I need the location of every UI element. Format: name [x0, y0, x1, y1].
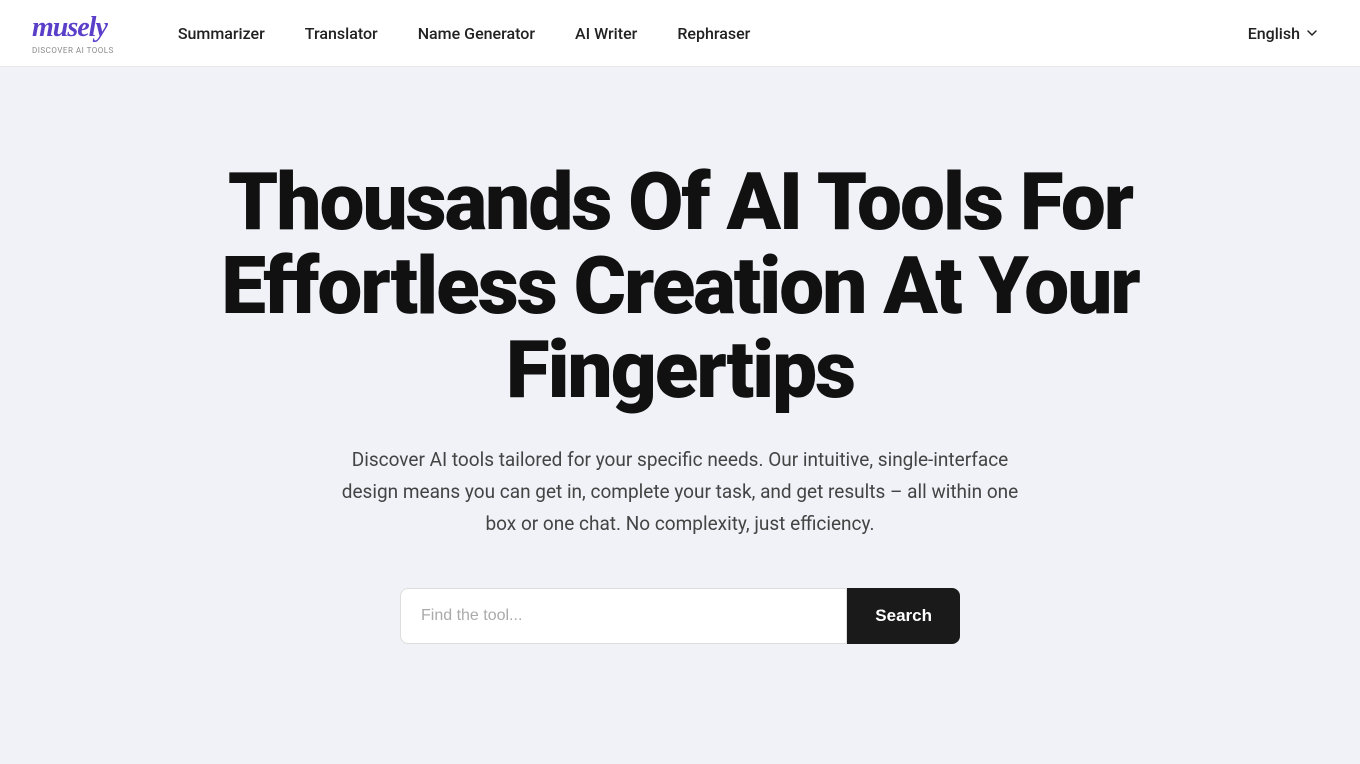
navbar: musely DISCOVER AI TOOLS Summarizer Tran…: [0, 0, 1360, 67]
navbar-right: English: [1238, 18, 1328, 49]
nav-menu: Summarizer Translator Name Generator AI …: [162, 16, 1238, 51]
nav-item-name-generator[interactable]: Name Generator: [402, 16, 551, 51]
nav-item-translator[interactable]: Translator: [289, 16, 394, 51]
nav-item-rephraser[interactable]: Rephraser: [661, 16, 766, 51]
nav-item-summarizer[interactable]: Summarizer: [162, 16, 281, 51]
search-bar: Search: [400, 588, 960, 644]
logo-subtitle: DISCOVER AI TOOLS: [32, 46, 114, 55]
nav-item-ai-writer[interactable]: AI Writer: [559, 16, 653, 51]
chevron-down-icon: [1306, 27, 1318, 39]
language-label: English: [1248, 24, 1300, 43]
hero-title: Thousands Of AI Tools For Effortless Cre…: [130, 160, 1230, 412]
search-button[interactable]: Search: [847, 588, 960, 644]
hero-section: Thousands Of AI Tools For Effortless Cre…: [0, 67, 1360, 717]
language-selector[interactable]: English: [1238, 18, 1328, 49]
search-input[interactable]: [400, 588, 847, 644]
hero-subtitle: Discover AI tools tailored for your spec…: [330, 444, 1030, 541]
logo[interactable]: musely DISCOVER AI TOOLS: [32, 12, 114, 55]
logo-text: musely: [32, 12, 107, 43]
